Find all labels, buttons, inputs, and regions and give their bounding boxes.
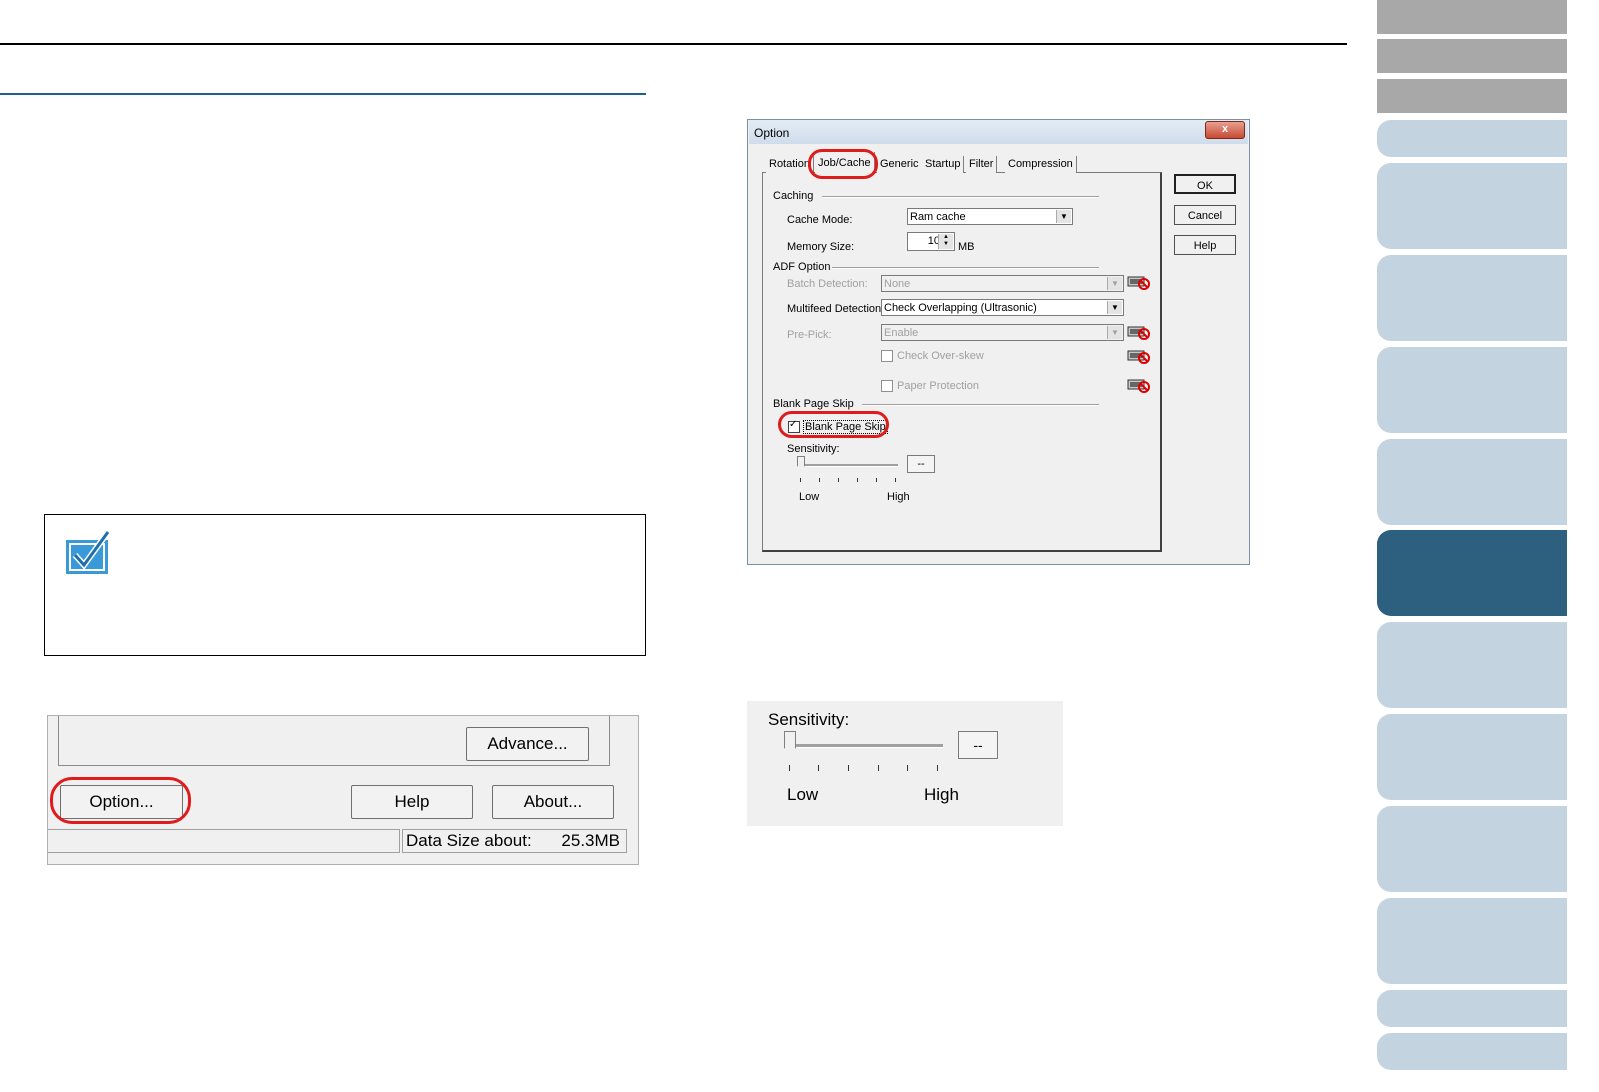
about-button[interactable]: About... bbox=[492, 785, 614, 819]
tab-rotation[interactable]: Rotation bbox=[766, 156, 814, 173]
side-tab-3[interactable] bbox=[1377, 79, 1567, 113]
caching-group-label: Caching bbox=[773, 190, 814, 202]
side-tab-13[interactable] bbox=[1377, 898, 1567, 984]
crop-slider-track[interactable] bbox=[789, 744, 943, 748]
locked-setting-icon bbox=[1127, 276, 1150, 290]
chevron-down-icon: ▼ bbox=[1107, 326, 1122, 339]
multifeed-label: Multifeed Detection: bbox=[787, 303, 885, 315]
side-tab-6[interactable] bbox=[1377, 255, 1567, 341]
spin-arrows-icon[interactable]: ▲ ▼ bbox=[938, 234, 953, 249]
batch-detection-value: None bbox=[884, 278, 911, 290]
memory-size-spinner[interactable]: 10 ▲ ▼ bbox=[907, 232, 955, 251]
tab-panel bbox=[762, 172, 1162, 552]
slider-tick bbox=[819, 478, 820, 482]
batch-detection-select: None ▼ bbox=[881, 275, 1124, 292]
adf-group-label: ADF Option bbox=[773, 261, 831, 273]
check-overskew-label: Check Over-skew bbox=[897, 350, 984, 362]
cache-mode-value: Ram cache bbox=[910, 211, 966, 223]
side-tab-10[interactable] bbox=[1377, 622, 1567, 708]
slider-tick bbox=[838, 478, 839, 482]
paper-protection-checkbox bbox=[881, 380, 893, 392]
main-help-button[interactable]: Help bbox=[351, 785, 473, 819]
slider-tick bbox=[895, 478, 896, 482]
check-overskew-checkbox bbox=[881, 350, 893, 362]
slider-tick bbox=[857, 478, 858, 482]
side-tab-11[interactable] bbox=[1377, 714, 1567, 800]
slider-tick bbox=[818, 765, 819, 771]
section-rule bbox=[0, 93, 646, 95]
sensitivity-slider-track[interactable] bbox=[800, 464, 898, 467]
sensitivity-low-label: Low bbox=[799, 491, 820, 503]
side-tab-9-active[interactable] bbox=[1377, 530, 1567, 616]
ok-button[interactable]: OK bbox=[1174, 174, 1236, 194]
multifeed-select[interactable]: Check Overlapping (Ultrasonic) ▼ bbox=[881, 299, 1124, 316]
slider-tick bbox=[789, 765, 790, 771]
locked-setting-icon bbox=[1127, 350, 1150, 364]
highlight-oval-tab bbox=[808, 149, 878, 179]
slider-tick bbox=[876, 478, 877, 482]
crop-high-label: High bbox=[924, 785, 959, 804]
memory-unit: MB bbox=[958, 241, 975, 253]
side-tab-12[interactable] bbox=[1377, 806, 1567, 892]
sensitivity-value: -- bbox=[907, 455, 935, 473]
side-tab-4[interactable] bbox=[1377, 120, 1567, 157]
cache-mode-select[interactable]: Ram cache ▼ bbox=[907, 208, 1073, 225]
chevron-down-icon[interactable]: ▼ bbox=[1056, 210, 1071, 223]
prepick-label: Pre-Pick: bbox=[787, 329, 832, 341]
batch-detection-label: Batch Detection: bbox=[787, 278, 868, 290]
tab-filter[interactable]: Filter bbox=[966, 156, 998, 173]
dialog-title: Option bbox=[754, 126, 790, 140]
sensitivity-high-label: High bbox=[887, 491, 910, 503]
locked-setting-icon bbox=[1127, 379, 1150, 393]
memory-size-label: Memory Size: bbox=[787, 241, 855, 253]
blank-group-label: Blank Page Skip bbox=[773, 398, 854, 410]
crop-sensitivity-label: Sensitivity: bbox=[768, 710, 850, 729]
crop-slider-thumb[interactable] bbox=[784, 731, 796, 755]
multifeed-value: Check Overlapping (Ultrasonic) bbox=[884, 302, 1037, 314]
tab-generic[interactable]: Generic bbox=[877, 156, 923, 173]
slider-tick bbox=[848, 765, 849, 771]
cache-mode-label: Cache Mode: bbox=[787, 214, 853, 226]
chevron-down-icon[interactable]: ▼ bbox=[1107, 301, 1122, 314]
help-button[interactable]: Help bbox=[1174, 235, 1236, 255]
data-size-label: Data Size about: bbox=[406, 831, 532, 850]
sensitivity-label: Sensitivity: bbox=[787, 443, 840, 455]
paper-protection-label: Paper Protection bbox=[897, 380, 979, 392]
close-button[interactable]: x bbox=[1205, 121, 1245, 139]
chevron-down-icon: ▼ bbox=[1107, 277, 1122, 290]
prepick-select: Enable ▼ bbox=[881, 324, 1124, 341]
dialog-title-bar[interactable] bbox=[749, 120, 1248, 144]
cancel-button[interactable]: Cancel bbox=[1174, 205, 1236, 225]
slider-tick bbox=[907, 765, 908, 771]
sensitivity-crop: Sensitivity: -- Low High bbox=[747, 701, 1063, 826]
caching-divider bbox=[822, 196, 1099, 198]
crop-sensitivity-value: -- bbox=[958, 731, 998, 759]
blank-divider bbox=[862, 404, 1099, 406]
side-tab-15[interactable] bbox=[1377, 1033, 1567, 1070]
highlight-oval-checkbox bbox=[778, 411, 889, 438]
crop-low-label: Low bbox=[787, 785, 819, 804]
status-bar-data-size: Data Size about: 25.3MB bbox=[402, 829, 627, 853]
slider-tick bbox=[800, 478, 801, 482]
slider-tick bbox=[878, 765, 879, 771]
slider-tick bbox=[937, 765, 938, 771]
side-tab-8[interactable] bbox=[1377, 439, 1567, 525]
side-tab-7[interactable] bbox=[1377, 347, 1567, 433]
prepick-value: Enable bbox=[884, 327, 919, 339]
data-size-value: 25.3MB bbox=[561, 831, 620, 850]
side-tab-14[interactable] bbox=[1377, 990, 1567, 1027]
note-box bbox=[44, 514, 646, 656]
checkmark-note-icon bbox=[66, 530, 111, 574]
side-tab-5[interactable] bbox=[1377, 163, 1567, 249]
status-bar-empty bbox=[48, 829, 400, 853]
top-rule bbox=[0, 43, 1347, 45]
tab-startup[interactable]: Startup bbox=[922, 156, 965, 173]
locked-setting-icon bbox=[1127, 326, 1150, 340]
advance-button[interactable]: Advance... bbox=[466, 727, 589, 761]
side-tab-2[interactable] bbox=[1377, 39, 1567, 73]
adf-divider bbox=[832, 267, 1099, 269]
side-tab-1[interactable] bbox=[1377, 0, 1567, 34]
tab-compression[interactable]: Compression bbox=[1005, 156, 1077, 173]
highlight-oval-option bbox=[50, 777, 191, 824]
